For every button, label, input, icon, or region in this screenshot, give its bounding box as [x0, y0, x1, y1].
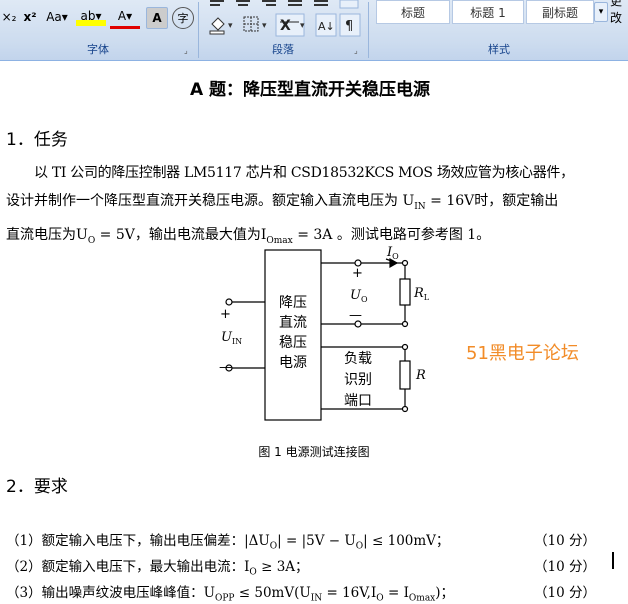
style-heading1[interactable]: 标题 1	[452, 0, 524, 24]
requirement-3: （3）输出噪声纹波电压峰峰值：UOPP ≤ 50mV(UIN = 16V,IO …	[6, 585, 455, 604]
section-heading-task: 1．任务	[6, 130, 68, 150]
change-case-button[interactable]: Aa▾	[42, 8, 72, 26]
styles-group-label: 样式	[488, 43, 510, 56]
r-label: R	[415, 368, 426, 383]
io-label: IO	[386, 245, 399, 261]
borders-icon	[243, 16, 259, 32]
requirement-1: （1）额定输入电压下，输出电压偏差：|ΔUO| = |5V − UO| ≤ 10…	[6, 533, 450, 552]
character-shading-button[interactable]: A	[146, 7, 168, 29]
svg-text:▾: ▾	[300, 21, 305, 31]
font-group: ×₂ x² Aa▾ ab▾ A▾ A 字 字体 ⌟	[0, 0, 196, 60]
uin-label: UIN	[221, 330, 242, 346]
highlight-button[interactable]: ab▾	[76, 6, 106, 26]
section-heading-requirements: 2．要求	[6, 477, 68, 497]
shading-icon	[209, 17, 225, 35]
style-subtitle[interactable]: 副标题	[526, 0, 594, 24]
document-page[interactable]: A 题：降压型直流开关稳压电源 1．任务 以 TI 公司的降压控制器 LM511…	[0, 61, 628, 604]
superscript-button[interactable]: x²	[20, 8, 40, 26]
box-text-1: 降压	[279, 295, 307, 311]
load-text-3: 端口	[344, 393, 372, 409]
svg-text:▾: ▾	[262, 21, 267, 31]
load-text-2: 识别	[344, 372, 372, 388]
para-line-2: 设计并制作一个降压型直流开关稳压电源。额定输入直流电压为 UIN = 16V时，…	[6, 193, 559, 212]
paragraph-dialog-launcher-icon[interactable]: ⌟	[354, 47, 362, 55]
plus-in: +	[220, 307, 231, 322]
center-icon	[236, 0, 250, 2]
align-left-icon	[210, 0, 224, 2]
styles-more-icon[interactable]: ▾	[594, 2, 608, 22]
watermark: 51黑电子论坛	[466, 343, 579, 364]
paragraph-group: ▾ ▾ X ▾ A↓ ¶ 段落 ⌟	[200, 0, 366, 60]
score-2: （10 分）	[534, 559, 596, 575]
subscript-button[interactable]: ×₂	[0, 8, 18, 26]
figure-caption: 图 1 电源测试连接图	[258, 445, 370, 459]
distributed-icon	[314, 0, 328, 2]
minus-in: —	[219, 360, 232, 375]
plus-out: +	[352, 266, 363, 281]
text-cursor	[612, 552, 614, 569]
load-resistor-rl	[399, 278, 411, 306]
ribbon: ×₂ x² Aa▾ ab▾ A▾ A 字 字体 ⌟ ▾ ▾ X ▾ A↓ ¶ 段…	[0, 0, 628, 61]
svg-text:¶: ¶	[345, 19, 353, 34]
box-text-3: 稳压	[279, 335, 307, 351]
load-text-1: 负载	[344, 351, 372, 367]
score-1: （10 分）	[534, 533, 596, 549]
minus-out: —	[349, 308, 362, 323]
sort-icon: A↓	[315, 13, 337, 37]
uo-label: UO	[350, 288, 368, 304]
font-dialog-launcher-icon[interactable]: ⌟	[184, 47, 192, 55]
align-right-icon	[262, 0, 276, 2]
svg-text:A↓: A↓	[318, 20, 335, 33]
group-divider	[198, 2, 199, 58]
style-title[interactable]: 标题	[376, 0, 450, 24]
box-text-2: 直流	[279, 314, 307, 331]
change-styles-button[interactable]: 更改	[610, 0, 628, 25]
font-group-label: 字体	[87, 43, 109, 56]
paragraph-group-label: 段落	[272, 43, 294, 56]
styles-group: 标题 标题 1 副标题 ▾ 更改 样式	[370, 0, 628, 60]
score-3: （10 分）	[534, 585, 596, 601]
box-text-4: 电源	[279, 355, 307, 371]
font-color-button[interactable]: A▾	[110, 6, 140, 29]
paragraph-icons: ▾ ▾ X ▾ A↓ ¶	[209, 0, 361, 37]
page-title: A 题：降压型直流开关稳压电源	[189, 80, 431, 100]
rl-label: RL	[413, 286, 430, 302]
line-spacing-icon	[339, 0, 359, 9]
show-marks-icon: ¶	[339, 13, 361, 37]
justify-icon	[288, 0, 302, 2]
svg-text:▾: ▾	[228, 21, 233, 31]
requirement-2: （2）额定输入电压下，最大输出电流：IO ≥ 3A；	[6, 559, 309, 578]
identification-resistor-r	[399, 360, 411, 390]
enclose-characters-button[interactable]: 字	[172, 7, 194, 29]
group-divider	[368, 2, 369, 58]
svg-text:X: X	[280, 18, 291, 34]
para-line-1: 以 TI 公司的降压控制器 LM5117 芯片和 CSD18532KCS MOS…	[34, 165, 574, 181]
